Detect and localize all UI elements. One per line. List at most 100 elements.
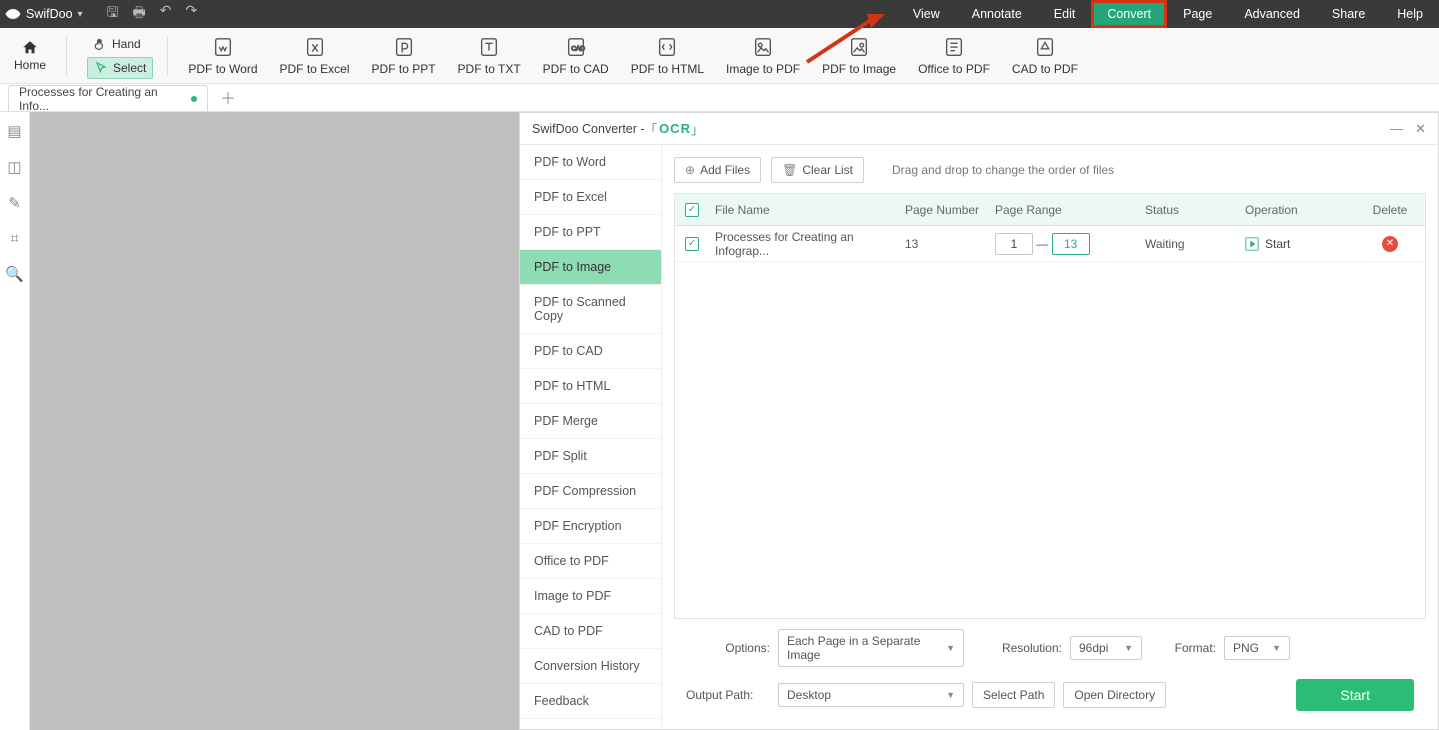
- row-checkbox[interactable]: ✓: [685, 237, 699, 251]
- range-to-input[interactable]: [1052, 233, 1090, 255]
- ribbon-pdf-to-excel[interactable]: PDF to Excel: [274, 36, 356, 76]
- side-office-to-pdf[interactable]: Office to PDF: [520, 544, 661, 579]
- search-icon[interactable]: 🔍: [5, 265, 24, 283]
- col-delete[interactable]: Delete: [1365, 203, 1415, 217]
- side-conversion-history[interactable]: Conversion History: [520, 649, 661, 684]
- txt-icon: [478, 36, 500, 58]
- ribbon: Home Hand Select PDF to Word PDF to Exce…: [0, 28, 1439, 84]
- col-operation[interactable]: Operation: [1245, 203, 1355, 217]
- annotations-icon[interactable]: ✎: [8, 194, 21, 212]
- side-pdf-merge[interactable]: PDF Merge: [520, 404, 661, 439]
- attachments-icon[interactable]: ⌗: [10, 230, 18, 247]
- ribbon-pdf-to-html[interactable]: PDF to HTML: [625, 36, 710, 76]
- range-from-input[interactable]: [995, 233, 1033, 255]
- home-icon: [20, 39, 40, 57]
- clear-list-button[interactable]: 🗑 Clear List: [771, 157, 864, 183]
- col-status[interactable]: Status: [1145, 203, 1235, 217]
- brand-caret-icon: ▾: [78, 9, 83, 20]
- select-path-button[interactable]: Select Path: [972, 682, 1055, 708]
- app-name: SwifDoo: [26, 7, 73, 21]
- home-button[interactable]: Home: [8, 39, 52, 72]
- side-image-to-pdf[interactable]: Image to PDF: [520, 579, 661, 614]
- dialog-titlebar: SwifDoo Converter - 「 OCR 」 — ✕: [520, 113, 1438, 145]
- side-pdf-to-cad[interactable]: PDF to CAD: [520, 334, 661, 369]
- table-row[interactable]: ✓ Processes for Creating an Infograp... …: [675, 226, 1425, 262]
- undo-icon[interactable]: ↶: [160, 2, 172, 26]
- top-menubar: SwifDoo ▾ 🖫 🖶 ↶ ↷ View Annotate Edit Con…: [0, 0, 1439, 28]
- side-feedback[interactable]: Feedback: [520, 684, 661, 719]
- rb-lbl-7: PDF to Image: [822, 62, 896, 76]
- menu-page[interactable]: Page: [1167, 0, 1228, 28]
- format-select[interactable]: PNG▼: [1224, 636, 1290, 660]
- open-directory-button[interactable]: Open Directory: [1063, 682, 1166, 708]
- ribbon-pdf-to-ppt[interactable]: PDF to PPT: [366, 36, 442, 76]
- options-label: Options:: [686, 641, 770, 655]
- add-files-button[interactable]: ⊕ Add Files: [674, 157, 761, 183]
- select-tool[interactable]: Select: [87, 57, 153, 79]
- print-icon[interactable]: 🖶: [133, 2, 146, 26]
- dialog-main: ⊕ Add Files 🗑 Clear List Drag and drop t…: [662, 145, 1438, 729]
- dialog-bottom: Options: Each Page in a Separate Image▼ …: [674, 619, 1426, 729]
- new-tab-button[interactable]: ＋: [220, 85, 236, 111]
- row-delete-button[interactable]: ✕: [1382, 236, 1398, 252]
- save-icon[interactable]: 🖫: [107, 2, 119, 26]
- col-filename[interactable]: File Name: [715, 203, 895, 217]
- ribbon-pdf-to-word[interactable]: PDF to Word: [182, 36, 263, 76]
- menu-help[interactable]: Help: [1381, 0, 1439, 28]
- dialog-body: PDF to Word PDF to Excel PDF to PPT PDF …: [520, 145, 1438, 729]
- minimize-icon[interactable]: —: [1390, 121, 1403, 137]
- ribbon-pdf-to-txt[interactable]: PDF to TXT: [452, 36, 527, 76]
- col-pagenum[interactable]: Page Number: [905, 203, 985, 217]
- menu-advanced[interactable]: Advanced: [1228, 0, 1316, 28]
- menu-share[interactable]: Share: [1316, 0, 1381, 28]
- output-path-select[interactable]: Desktop▼: [778, 683, 964, 707]
- side-pdf-to-excel[interactable]: PDF to Excel: [520, 180, 661, 215]
- col-pagerange[interactable]: Page Range: [995, 203, 1135, 217]
- menu-edit[interactable]: Edit: [1038, 0, 1092, 28]
- rb-lbl-4: PDF to CAD: [543, 62, 609, 76]
- menu-view[interactable]: View: [897, 0, 956, 28]
- pdf2img-icon: [848, 36, 870, 58]
- row-status: Waiting: [1145, 237, 1235, 251]
- side-pdf-split[interactable]: PDF Split: [520, 439, 661, 474]
- ribbon-pdf-to-cad[interactable]: CAD PDF to CAD: [537, 36, 615, 76]
- close-icon[interactable]: ✕: [1415, 121, 1426, 137]
- rb-lbl-1: PDF to Excel: [280, 62, 350, 76]
- resolution-select[interactable]: 96dpi▼: [1070, 636, 1142, 660]
- side-pdf-to-word[interactable]: PDF to Word: [520, 145, 661, 180]
- ribbon-cad-to-pdf[interactable]: CAD to PDF: [1006, 36, 1084, 76]
- row-start-button[interactable]: Start: [1245, 237, 1355, 251]
- svg-text:CAD: CAD: [571, 45, 585, 52]
- options-select[interactable]: Each Page in a Separate Image▼: [778, 629, 964, 667]
- side-cad-to-pdf[interactable]: CAD to PDF: [520, 614, 661, 649]
- side-pdf-to-scanned[interactable]: PDF to Scanned Copy: [520, 285, 661, 334]
- ocr-label[interactable]: OCR: [659, 121, 691, 136]
- redo-icon[interactable]: ↷: [185, 2, 197, 26]
- img2pdf-icon: [752, 36, 774, 58]
- menu-annotate[interactable]: Annotate: [956, 0, 1038, 28]
- document-tab[interactable]: Processes for Creating an Info...: [8, 85, 208, 111]
- ppt-icon: [393, 36, 415, 58]
- app-brand[interactable]: SwifDoo ▾: [0, 4, 89, 24]
- side-pdf-to-ppt[interactable]: PDF to PPT: [520, 215, 661, 250]
- cad2pdf-icon: [1034, 36, 1056, 58]
- side-pdf-to-html[interactable]: PDF to HTML: [520, 369, 661, 404]
- rb-lbl-0: PDF to Word: [188, 62, 257, 76]
- select-all-checkbox[interactable]: ✓: [685, 203, 699, 217]
- rb-lbl-5: PDF to HTML: [631, 62, 704, 76]
- side-pdf-encryption[interactable]: PDF Encryption: [520, 509, 661, 544]
- menu-convert[interactable]: Convert: [1091, 0, 1167, 28]
- bookmarks-icon[interactable]: ◫: [7, 158, 21, 176]
- side-pdf-compression[interactable]: PDF Compression: [520, 474, 661, 509]
- start-button[interactable]: Start: [1296, 679, 1414, 711]
- ribbon-office-to-pdf[interactable]: Office to PDF: [912, 36, 996, 76]
- side-pdf-to-image[interactable]: PDF to Image: [520, 250, 661, 285]
- thumbnails-icon[interactable]: ▤: [7, 122, 21, 140]
- dialog-title: SwifDoo Converter -: [532, 122, 645, 136]
- app-logo-icon: [3, 4, 23, 24]
- output-row: Output Path: Desktop▼ Select Path Open D…: [686, 679, 1414, 711]
- ribbon-pdf-to-image[interactable]: PDF to Image: [816, 36, 902, 76]
- ribbon-image-to-pdf[interactable]: Image to PDF: [720, 36, 806, 76]
- row-op-label: Start: [1265, 237, 1290, 251]
- hand-tool[interactable]: Hand: [87, 33, 153, 55]
